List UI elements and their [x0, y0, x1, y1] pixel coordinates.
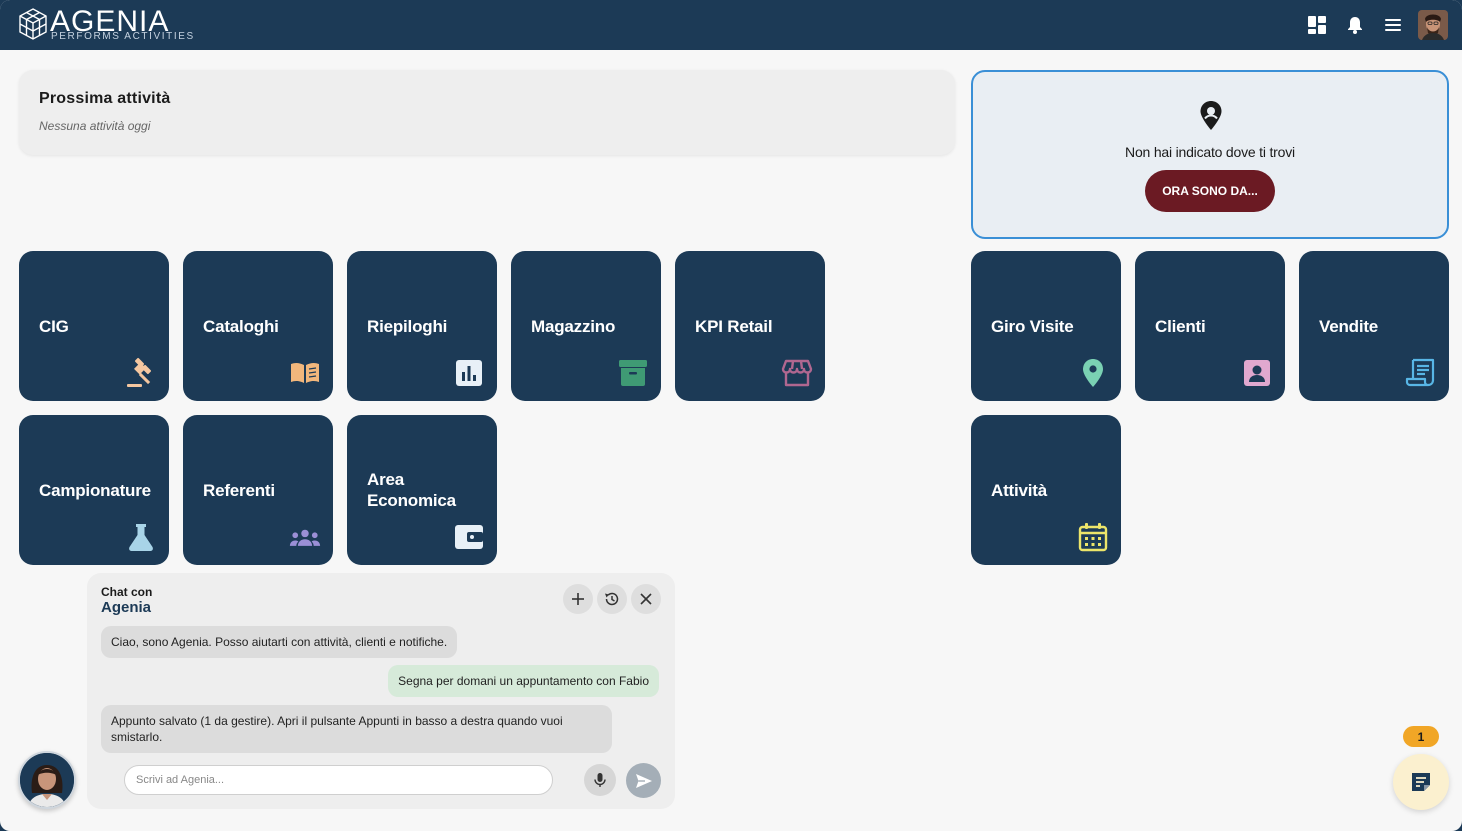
top-bar: AGENIA PERFORMS ACTIVITIES [0, 0, 1462, 50]
book-open-icon [291, 362, 319, 383]
plus-icon [572, 593, 584, 605]
brand-tagline: PERFORMS ACTIVITIES [51, 31, 195, 42]
bell-icon[interactable] [1340, 10, 1370, 40]
wallet-icon [455, 525, 483, 549]
notes-count-badge: 1 [1403, 726, 1439, 747]
chat-message-bot: Appunto salvato (1 da gestire). Apri il … [101, 705, 612, 753]
contact-card-icon [1244, 360, 1270, 386]
menu-icon[interactable] [1378, 10, 1408, 40]
chat-message-bot: Ciao, sono Agenia. Posso aiutarti con at… [101, 626, 458, 658]
send-button[interactable] [626, 763, 661, 798]
new-chat-button[interactable] [563, 584, 593, 614]
close-icon [640, 593, 652, 605]
location-card: Non hai indicato dove ti trovi ORA SONO … [971, 70, 1449, 239]
tile-riepiloghi[interactable]: Riepiloghi [347, 251, 497, 401]
microphone-button[interactable] [584, 764, 616, 796]
calendar-icon [1078, 523, 1108, 552]
group-icon [289, 529, 321, 546]
history-button[interactable] [597, 584, 627, 614]
storefront-icon [781, 359, 813, 387]
tile-vendite[interactable]: Vendite [1299, 251, 1449, 401]
location-pin-icon [1200, 101, 1222, 130]
microphone-icon [594, 773, 606, 787]
next-activity-subtitle: Nessuna attività oggi [39, 119, 151, 133]
agent-avatar[interactable] [18, 751, 76, 809]
map-pin-icon [1083, 359, 1103, 387]
gavel-icon [127, 357, 152, 387]
close-chat-button[interactable] [631, 584, 661, 614]
chat-message-user: Segna per domani un appuntamento con Fab… [388, 665, 659, 697]
user-avatar[interactable] [1418, 10, 1448, 40]
history-icon [605, 592, 619, 606]
cube-logo-icon [19, 8, 47, 40]
flask-icon [129, 524, 153, 551]
tile-kpi-retail[interactable]: KPI Retail [675, 251, 825, 401]
tile-referenti[interactable]: Referenti [183, 415, 333, 565]
brand-logo[interactable]: AGENIA PERFORMS ACTIVITIES [18, 5, 210, 43]
location-message: Non hai indicato dove ti trovi [1125, 144, 1295, 160]
archive-box-icon [619, 360, 647, 386]
tile-area-economica[interactable]: Area Economica [347, 415, 497, 565]
tile-clienti[interactable]: Clienti [1135, 251, 1285, 401]
sticky-note-icon [1412, 773, 1430, 791]
tile-campionature[interactable]: Campionature [19, 415, 169, 565]
receipt-icon [1405, 358, 1435, 387]
chat-header-name: Agenia [101, 599, 152, 616]
next-activity-title: Prossima attività [39, 90, 171, 107]
dashboard-icon[interactable] [1302, 10, 1332, 40]
set-location-button[interactable]: ORA SONO DA... [1145, 170, 1275, 212]
next-activity-card[interactable]: Prossima attività Nessuna attività oggi [19, 70, 955, 155]
app-window: AGENIA PERFORMS ACTIVITIES Prossima atti… [0, 0, 1462, 831]
notes-button[interactable] [1393, 754, 1449, 810]
tile-magazzino[interactable]: Magazzino [511, 251, 661, 401]
chat-panel: Chat con Agenia Ciao, sono Agenia. Posso… [87, 573, 675, 809]
tile-cig[interactable]: CIG [19, 251, 169, 401]
tile-giro-visite[interactable]: Giro Visite [971, 251, 1121, 401]
chat-input[interactable] [124, 765, 553, 795]
send-icon [635, 773, 652, 788]
chat-header-label: Chat con [101, 585, 153, 599]
tile-cataloghi[interactable]: Cataloghi [183, 251, 333, 401]
tile-attivita[interactable]: Attività [971, 415, 1121, 565]
bar-chart-icon [456, 360, 482, 386]
